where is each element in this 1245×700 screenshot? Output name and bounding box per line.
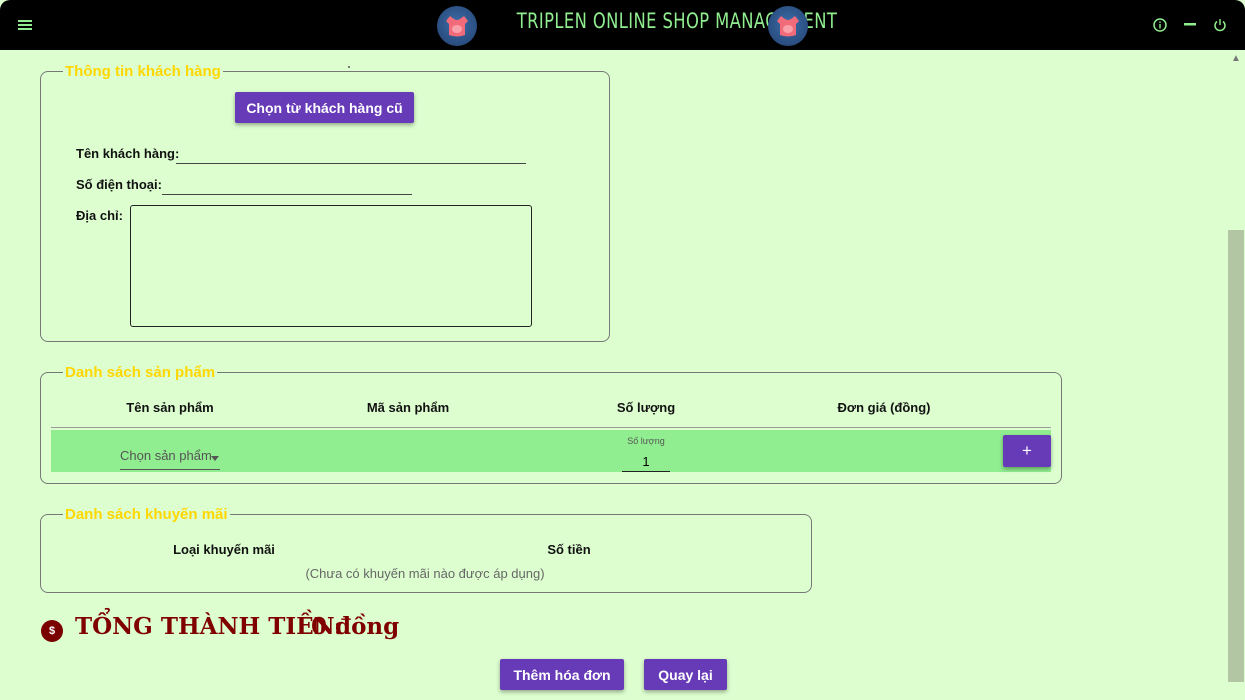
app-title: TRIPLEN ONLINE SHOP MANAGEMENT — [516, 9, 838, 33]
menu-icon[interactable] — [12, 13, 38, 37]
customer-name-label: Tên khách hàng: — [76, 146, 180, 161]
total-value: 0 đồng — [311, 613, 400, 640]
logo-icon — [437, 6, 477, 46]
title-bar: TRIPLEN ONLINE SHOP MANAGEMENT — [0, 0, 1245, 50]
column-header-amount: Số tiền — [547, 542, 591, 557]
customer-name-field[interactable] — [176, 145, 526, 164]
choose-existing-customer-button[interactable]: Chọn từ khách hàng cũ — [235, 92, 414, 123]
quantity-label: Số lượng — [627, 436, 665, 446]
add-product-button[interactable]: + — [1003, 435, 1051, 467]
column-header-unit-price: Đơn giá (đồng) — [837, 400, 931, 415]
logo-icon — [768, 6, 808, 46]
back-button[interactable]: Quay lại — [644, 659, 727, 690]
scrollbar-thumb[interactable] — [1228, 230, 1244, 682]
divider-dot — [348, 66, 350, 68]
product-list-legend: Danh sách sản phẩm — [65, 364, 216, 381]
table-header-divider — [51, 427, 1051, 428]
phone-label: Số điện thoại: — [76, 177, 162, 192]
address-label: Địa chỉ: — [76, 208, 123, 223]
column-header-product-name: Tên sản phẩm — [126, 400, 214, 415]
product-select[interactable]: Chọn sản phẩm — [120, 448, 220, 470]
column-header-product-code: Mã sản phẩm — [366, 400, 450, 415]
scroll-up-icon[interactable]: ▲ — [1229, 52, 1243, 66]
total-label: TỔNG THÀNH TIỀN: — [75, 613, 343, 640]
minimize-icon[interactable] — [1180, 15, 1200, 35]
column-header-quantity: Số lượng — [616, 400, 676, 415]
promotion-list-legend: Danh sách khuyến mãi — [65, 506, 228, 523]
column-header-promotion-type: Loại khuyến mãi — [173, 542, 275, 557]
quantity-field[interactable] — [622, 451, 670, 472]
address-field[interactable] — [130, 205, 532, 327]
add-invoice-button[interactable]: Thêm hóa đơn — [500, 659, 624, 690]
phone-field[interactable] — [162, 176, 412, 195]
customer-info-legend: Thông tin khách hàng — [65, 63, 221, 80]
info-icon[interactable] — [1150, 15, 1170, 35]
money-icon: $ — [41, 620, 63, 642]
power-icon[interactable] — [1210, 15, 1230, 35]
chevron-down-icon[interactable] — [211, 456, 219, 461]
promotion-empty-message: (Chưa có khuyến mãi nào được áp dụng) — [305, 566, 545, 581]
